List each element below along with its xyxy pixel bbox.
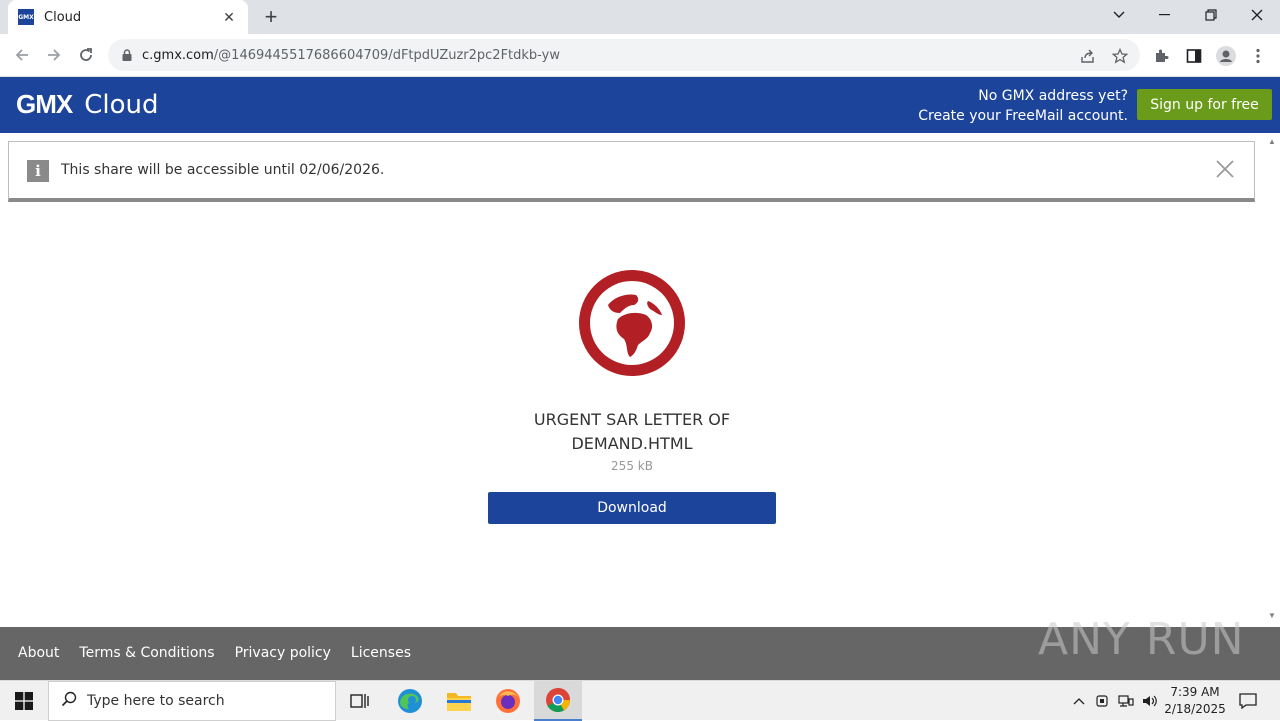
taskbar-search-input[interactable]: Type here to search [48,681,336,721]
new-tab-button[interactable]: + [258,4,284,30]
share-icon[interactable] [1078,46,1098,66]
side-panel-icon[interactable] [1183,45,1205,67]
clock-time: 7:39 AM [1170,685,1220,699]
extensions-puzzle-icon[interactable] [1151,45,1173,67]
taskbar-clock[interactable]: 7:39 AM 2/18/2025 [1160,684,1230,718]
product-name: Cloud [84,90,159,120]
scroll-up-arrow-icon[interactable]: ▲ [1266,137,1278,147]
browser-tab[interactable]: GMX Cloud ✕ [8,0,248,34]
meet-now-icon[interactable] [1092,681,1112,721]
close-notice-icon[interactable] [1214,158,1236,180]
file-name-line-2: DEMAND.HTML [571,434,693,453]
volume-icon[interactable] [1140,681,1160,721]
task-view-icon[interactable] [336,681,384,721]
url-text: c.gmx.com/@1469445517686604709/dFtpdUZuz… [142,47,560,63]
info-icon: i [27,160,49,182]
brand-name: GMX [16,89,73,119]
tray-chevron-up-icon[interactable] [1068,681,1090,721]
browser-tabstrip: GMX Cloud ✕ + [0,0,1280,34]
firefox-icon[interactable] [484,681,532,721]
file-name: URGENT SAR LETTER OF DEMAND.HTML [480,408,784,456]
file-name-line-1: URGENT SAR LETTER OF [533,410,731,429]
lock-icon[interactable] [120,48,134,62]
browser-toolbar: c.gmx.com/@1469445517686604709/dFtpdUZuz… [0,34,1280,77]
footer-link-terms[interactable]: Terms & Conditions [79,645,214,661]
footer-link-privacy[interactable]: Privacy policy [235,645,331,661]
profile-avatar-icon[interactable] [1215,45,1237,67]
footer-link-about[interactable]: About [18,645,59,661]
download-button[interactable]: Download [488,492,776,524]
share-notice: i This share will be accessible until 02… [8,141,1255,202]
signup-button[interactable]: Sign up for free [1137,89,1272,120]
clock-date: 2/18/2025 [1164,702,1226,716]
back-arrow-icon[interactable] [8,41,36,69]
reload-icon[interactable] [72,41,100,69]
edge-browser-icon[interactable] [386,681,434,721]
tab-search-chevron-icon[interactable] [1096,0,1142,30]
anyrun-watermark: ANY RUN [1038,613,1245,665]
search-icon [61,691,77,712]
chrome-icon[interactable] [534,681,582,721]
footer-links: About Terms & Conditions Privacy policy … [18,645,411,661]
minimize-button[interactable] [1142,0,1188,30]
address-bar[interactable]: c.gmx.com/@1469445517686604709/dFtpdUZuz… [108,39,1140,71]
bookmark-star-icon[interactable] [1110,46,1130,66]
forward-arrow-icon[interactable] [40,41,68,69]
footer-link-licenses[interactable]: Licenses [351,645,411,661]
tab-title: Cloud [44,9,82,25]
search-placeholder: Type here to search [87,693,225,709]
globe-icon [578,269,686,377]
notice-text: This share will be accessible until 02/0… [61,162,385,178]
promo-line-2: Create your FreeMail account. [918,108,1128,124]
restore-button[interactable] [1188,0,1234,30]
promo-line-1: No GMX address yet? [978,88,1128,104]
windows-start-icon[interactable] [0,681,48,721]
promo-text: No GMX address yet? Create your FreeMail… [918,86,1128,126]
file-explorer-icon[interactable] [435,681,483,721]
notification-icon[interactable] [1234,681,1262,721]
network-icon[interactable] [1116,681,1136,721]
file-size: 255 kB [611,459,653,473]
tab-close-icon[interactable]: ✕ [220,8,238,26]
site-header: GMX Cloud No GMX address yet? Create you… [0,77,1280,133]
gmx-cloud-logo[interactable]: GMX Cloud [16,89,159,120]
windows-taskbar: Type here to search 7:39 AM 2/18/2025 [0,680,1280,721]
scroll-down-arrow-icon[interactable]: ▼ [1266,611,1278,621]
gmx-favicon-icon: GMX [18,9,34,25]
menu-kebab-icon[interactable] [1247,45,1269,67]
close-window-button[interactable] [1234,0,1280,30]
